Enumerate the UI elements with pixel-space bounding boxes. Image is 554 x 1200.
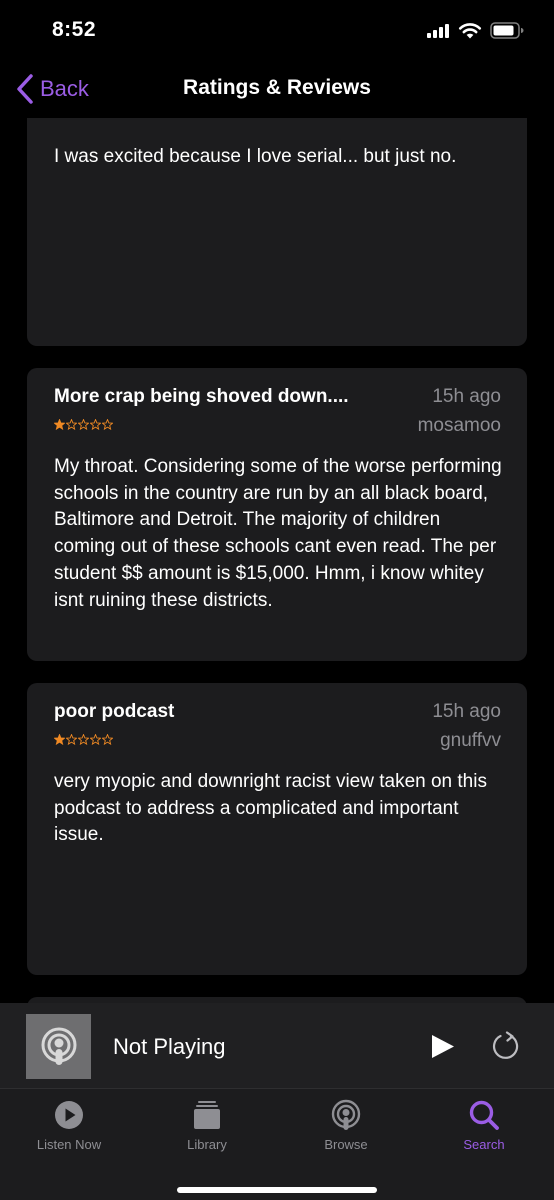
tab-label: Browse	[324, 1137, 368, 1152]
play-circle-icon	[55, 1101, 83, 1129]
play-icon[interactable]	[429, 1033, 456, 1060]
page-title: Ratings & Reviews	[183, 76, 371, 99]
star-filled-icon	[54, 734, 65, 745]
star-empty-icon	[66, 734, 77, 745]
review-title: More crap being shoved down....	[54, 386, 349, 407]
star-empty-icon	[90, 734, 101, 745]
mini-player[interactable]: Not Playing	[0, 1003, 554, 1089]
tab-bar: Listen Now Library Browse Search	[0, 1089, 554, 1200]
podcast-icon	[331, 1099, 361, 1130]
status-time: 8:52	[52, 18, 97, 41]
review-date: 15h ago	[432, 701, 501, 722]
tab-listen-now[interactable]: Listen Now	[9, 1089, 129, 1159]
review-author: gnuffvv	[440, 730, 501, 751]
cellular-signal-icon	[427, 24, 451, 38]
skip-forward-icon[interactable]	[491, 1031, 521, 1061]
review-title: poor podcast	[54, 701, 175, 722]
tab-browse[interactable]: Browse	[286, 1089, 406, 1159]
podcast-icon	[41, 1027, 76, 1065]
review-card[interactable]: More crap being shoved down.... 15h ago …	[27, 368, 527, 661]
review-body: My throat. Considering some of the worse…	[54, 456, 502, 611]
battery-icon	[490, 22, 524, 39]
wifi-icon	[458, 23, 482, 39]
star-empty-icon	[102, 419, 113, 430]
clipped-review-header	[54, 118, 524, 120]
star-empty-icon	[66, 419, 77, 430]
star-rating	[54, 734, 113, 745]
tab-label: Library	[187, 1137, 227, 1152]
star-filled-icon	[54, 419, 65, 430]
review-author: mosamoo	[417, 415, 501, 436]
now-playing-status: Not Playing	[113, 1034, 226, 1059]
review-date: 15h ago	[432, 386, 501, 407]
review-body: very myopic and downright racist view ta…	[54, 771, 487, 846]
star-empty-icon	[78, 734, 89, 745]
tab-label: Search	[463, 1137, 505, 1152]
star-rating	[54, 419, 113, 430]
review-card[interactable]: I was excited because I love serial... b…	[27, 118, 527, 346]
navigation-bar: Back Ratings & Reviews	[0, 62, 554, 118]
star-empty-icon	[90, 419, 101, 430]
star-empty-icon	[102, 734, 113, 745]
home-indicator	[177, 1187, 377, 1193]
search-icon	[469, 1100, 499, 1130]
star-empty-icon	[78, 419, 89, 430]
podcast-artwork	[26, 1014, 91, 1079]
review-body: I was excited because I love serial... b…	[54, 146, 457, 167]
tab-search[interactable]: Search	[424, 1089, 544, 1159]
status-bar: 8:52	[0, 0, 554, 62]
tab-library[interactable]: Library	[147, 1089, 267, 1159]
tab-label: Listen Now	[36, 1137, 102, 1152]
reviews-list[interactable]: I was excited because I love serial... b…	[0, 118, 554, 1003]
library-stack-icon	[194, 1101, 220, 1129]
review-card[interactable]: poor podcast 15h ago gnuffvv very myopic…	[27, 683, 527, 975]
